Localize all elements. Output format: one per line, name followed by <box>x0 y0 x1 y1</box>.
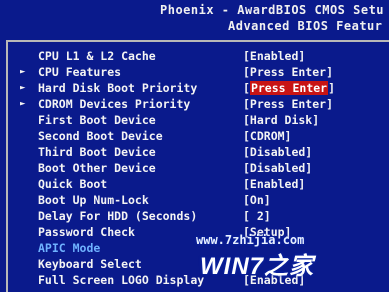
setting-hdd-delay[interactable]: Delay For HDD (Seconds) [ 2] <box>0 208 389 224</box>
watermark-url: www.7zhijia.com <box>196 233 305 247</box>
setting-value-selected[interactable]: [Press Enter] <box>243 80 335 96</box>
setting-hdd-boot-priority[interactable]: ► Hard Disk Boot Priority [Press Enter] <box>0 80 389 96</box>
setting-label: Hard Disk Boot Priority <box>38 81 198 95</box>
setting-value[interactable]: [CDROM] <box>243 128 291 144</box>
setting-label: Boot Up Num-Lock <box>38 193 149 207</box>
setting-label: First Boot Device <box>38 113 156 127</box>
bios-header: Phoenix - AwardBIOS CMOS Setu Advanced B… <box>0 0 389 38</box>
setting-label: Second Boot Device <box>38 129 163 143</box>
setting-value[interactable]: [Press Enter] <box>243 64 333 80</box>
bracket-open: [ <box>243 81 250 95</box>
setting-value[interactable]: [Disabled] <box>243 144 312 160</box>
setting-label: CPU L1 & L2 Cache <box>38 49 156 63</box>
setting-third-boot[interactable]: Third Boot Device [Disabled] <box>0 144 389 160</box>
setting-label: CPU Features <box>38 65 122 79</box>
bracket-close: ] <box>328 81 336 95</box>
setting-value[interactable]: [Hard Disk] <box>243 112 319 128</box>
setting-second-boot[interactable]: Second Boot Device [CDROM] <box>0 128 389 144</box>
setting-cpu-features[interactable]: ► CPU Features [Press Enter] <box>0 64 389 80</box>
submenu-arrow-icon: ► <box>20 67 26 77</box>
setting-boot-other[interactable]: Boot Other Device [Disabled] <box>0 160 389 176</box>
setting-label: Full Screen LOGO Display <box>38 273 205 287</box>
setting-cpu-cache[interactable]: CPU L1 & L2 Cache [Enabled] <box>0 48 389 64</box>
submenu-arrow-icon: ► <box>20 99 26 109</box>
submenu-arrow-icon: ► <box>20 83 26 93</box>
setting-label: Boot Other Device <box>38 161 156 175</box>
setting-label: Keyboard Select <box>38 257 142 271</box>
setting-label: APIC Mode <box>38 241 101 255</box>
setting-label: Third Boot Device <box>38 145 156 159</box>
setting-label: Quick Boot <box>38 177 108 191</box>
setting-value[interactable]: [Enabled] <box>243 176 305 192</box>
setting-label: CDROM Devices Priority <box>38 97 191 111</box>
selected-value-highlight[interactable]: Press Enter <box>249 81 329 95</box>
setting-label: Password Check <box>38 225 135 239</box>
setting-label: Delay For HDD (Seconds) <box>38 209 198 223</box>
setting-quick-boot[interactable]: Quick Boot [Enabled] <box>0 176 389 192</box>
bios-title: Phoenix - AwardBIOS CMOS Setu <box>160 3 385 17</box>
setting-value[interactable]: [Disabled] <box>243 160 312 176</box>
setting-value[interactable]: [Press Enter] <box>243 96 333 112</box>
setting-value[interactable]: [On] <box>243 192 271 208</box>
setting-first-boot[interactable]: First Boot Device [Hard Disk] <box>0 112 389 128</box>
setting-value[interactable]: [ 2] <box>243 208 271 224</box>
setting-value[interactable]: [Enabled] <box>243 48 305 64</box>
watermark-logo: WIN7之家 <box>200 253 314 280</box>
setting-numlock[interactable]: Boot Up Num-Lock [On] <box>0 192 389 208</box>
site-watermark: www.7zhijia.com WIN7之家 <box>190 230 389 292</box>
bios-subtitle: Advanced BIOS Featur <box>228 19 383 33</box>
setting-cdrom-priority[interactable]: ► CDROM Devices Priority [Press Enter] <box>0 96 389 112</box>
